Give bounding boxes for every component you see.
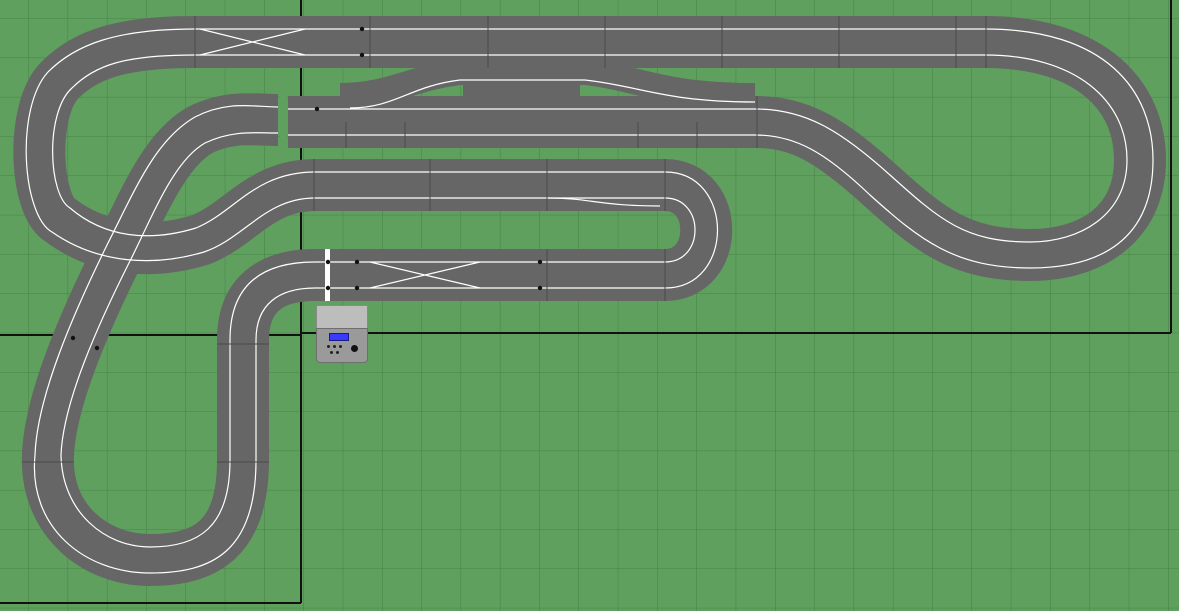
control-unit-body	[316, 328, 368, 363]
control-unit-button	[336, 351, 339, 354]
track-canvas[interactable]	[0, 0, 1179, 611]
control-unit-icon[interactable]	[316, 305, 368, 363]
start-finish-line[interactable]	[325, 249, 330, 301]
control-unit-knob	[351, 345, 358, 352]
control-unit-screen	[329, 333, 349, 341]
control-unit-top	[316, 305, 368, 328]
grid-overlay	[0, 0, 1179, 611]
control-unit-button	[333, 345, 336, 348]
control-unit-button	[327, 345, 330, 348]
track-gap	[280, 94, 287, 150]
control-unit-button	[330, 351, 333, 354]
control-unit-button	[339, 345, 342, 348]
